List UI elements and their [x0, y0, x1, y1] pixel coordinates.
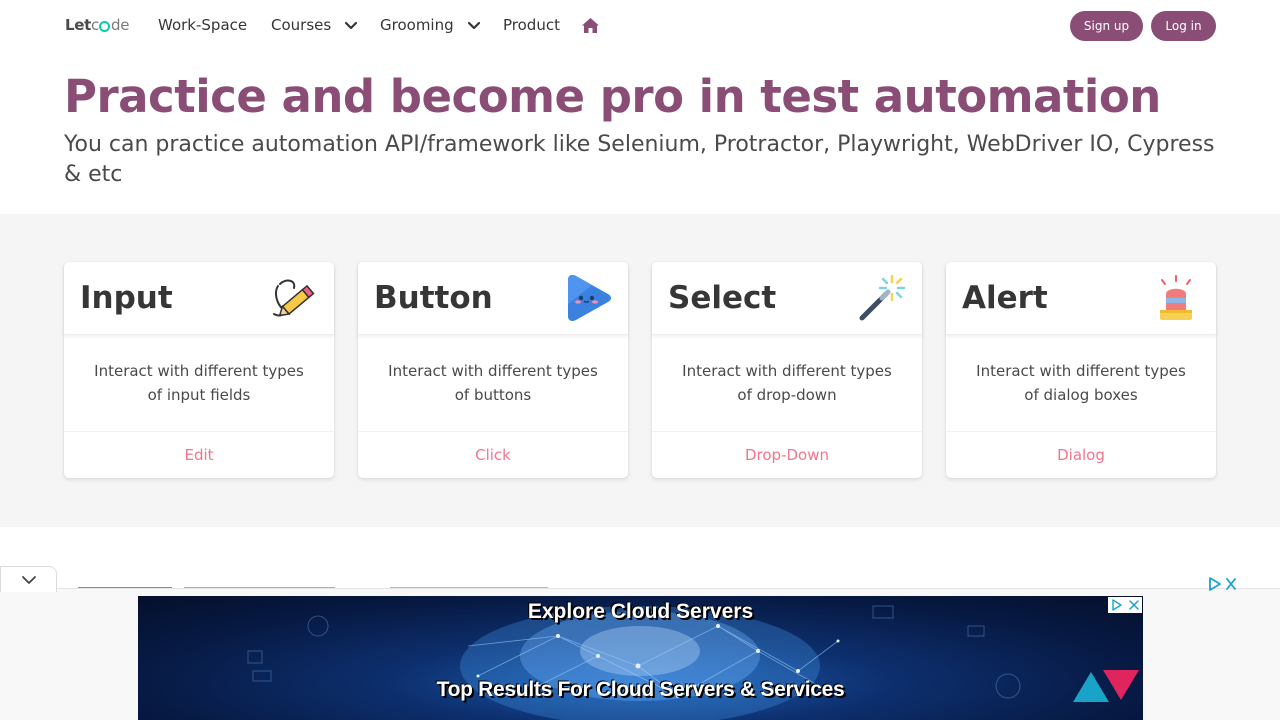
card-action-edit[interactable]: Edit — [64, 431, 334, 478]
navbar: Let c de Work-Space Courses Grooming Produ… — [0, 0, 1280, 52]
signup-button[interactable]: Sign up — [1070, 11, 1143, 41]
page-subtitle: You can practice automation API/framewor… — [64, 132, 1215, 187]
ad-collapse-button[interactable] — [0, 566, 57, 592]
letcode-logo[interactable]: Let c de — [65, 16, 129, 34]
nav-grooming-dropdown[interactable]: Grooming — [380, 16, 482, 34]
ad-banner[interactable]: Explore Cloud Servers Top Results For Cl… — [138, 596, 1143, 720]
home-icon[interactable] — [581, 17, 600, 34]
card-header: Input — [64, 262, 334, 335]
play-button-icon — [568, 275, 611, 321]
pencil-icon — [273, 279, 315, 317]
card-description: Interact with different types of input f… — [94, 362, 304, 404]
ad-choices-icon[interactable] — [1207, 576, 1239, 592]
nav-courses-dropdown[interactable]: Courses — [271, 16, 359, 34]
card-action-dialog[interactable]: Dialog — [946, 431, 1216, 478]
ad-choices-badge[interactable] — [1108, 597, 1142, 613]
card-description: Interact with different types of dialog … — [976, 362, 1186, 404]
chevron-down-icon — [467, 21, 480, 30]
card-header: Button — [358, 262, 628, 335]
card-title: Input — [80, 280, 173, 316]
page-title: Practice and become pro in test automati… — [64, 70, 1161, 123]
card-action-click[interactable]: Click — [358, 431, 628, 478]
nav-work-space[interactable]: Work-Space — [158, 16, 247, 34]
card-input: Input Interact with different types of i… — [64, 262, 334, 478]
card-header: Alert — [946, 262, 1216, 335]
card-alert: Alert Interact with different types of d… — [946, 262, 1216, 478]
ad-info-icon[interactable] — [1108, 597, 1125, 613]
ad-headline: Explore Cloud Servers — [527, 600, 754, 623]
card-select: Select Interact with different types of … — [652, 262, 922, 478]
card-header: Select — [652, 262, 922, 335]
card-button: Button Interact with different types of … — [358, 262, 628, 478]
logo-code-icon — [99, 20, 111, 32]
card-title: Select — [668, 280, 777, 316]
ad-subheadline: Top Results For Cloud Servers & Services — [436, 678, 845, 701]
card-title: Button — [374, 280, 493, 316]
card-title: Alert — [962, 280, 1048, 316]
card-description: Interact with different types of buttons — [388, 362, 598, 404]
magic-wand-icon — [859, 274, 906, 321]
cards-section: Input Interact with different types of i… — [0, 214, 1280, 527]
siren-icon — [1160, 275, 1192, 320]
card-description: Interact with different types of drop-do… — [682, 362, 892, 404]
chevron-down-icon — [345, 21, 358, 30]
ad-close-icon[interactable] — [1125, 597, 1142, 613]
chevron-down-icon — [22, 576, 36, 584]
login-button[interactable]: Log in — [1151, 11, 1216, 41]
nav-product[interactable]: Product — [503, 16, 560, 34]
advertiser-logo — [1073, 670, 1139, 702]
card-action-drop-down[interactable]: Drop-Down — [652, 431, 922, 478]
